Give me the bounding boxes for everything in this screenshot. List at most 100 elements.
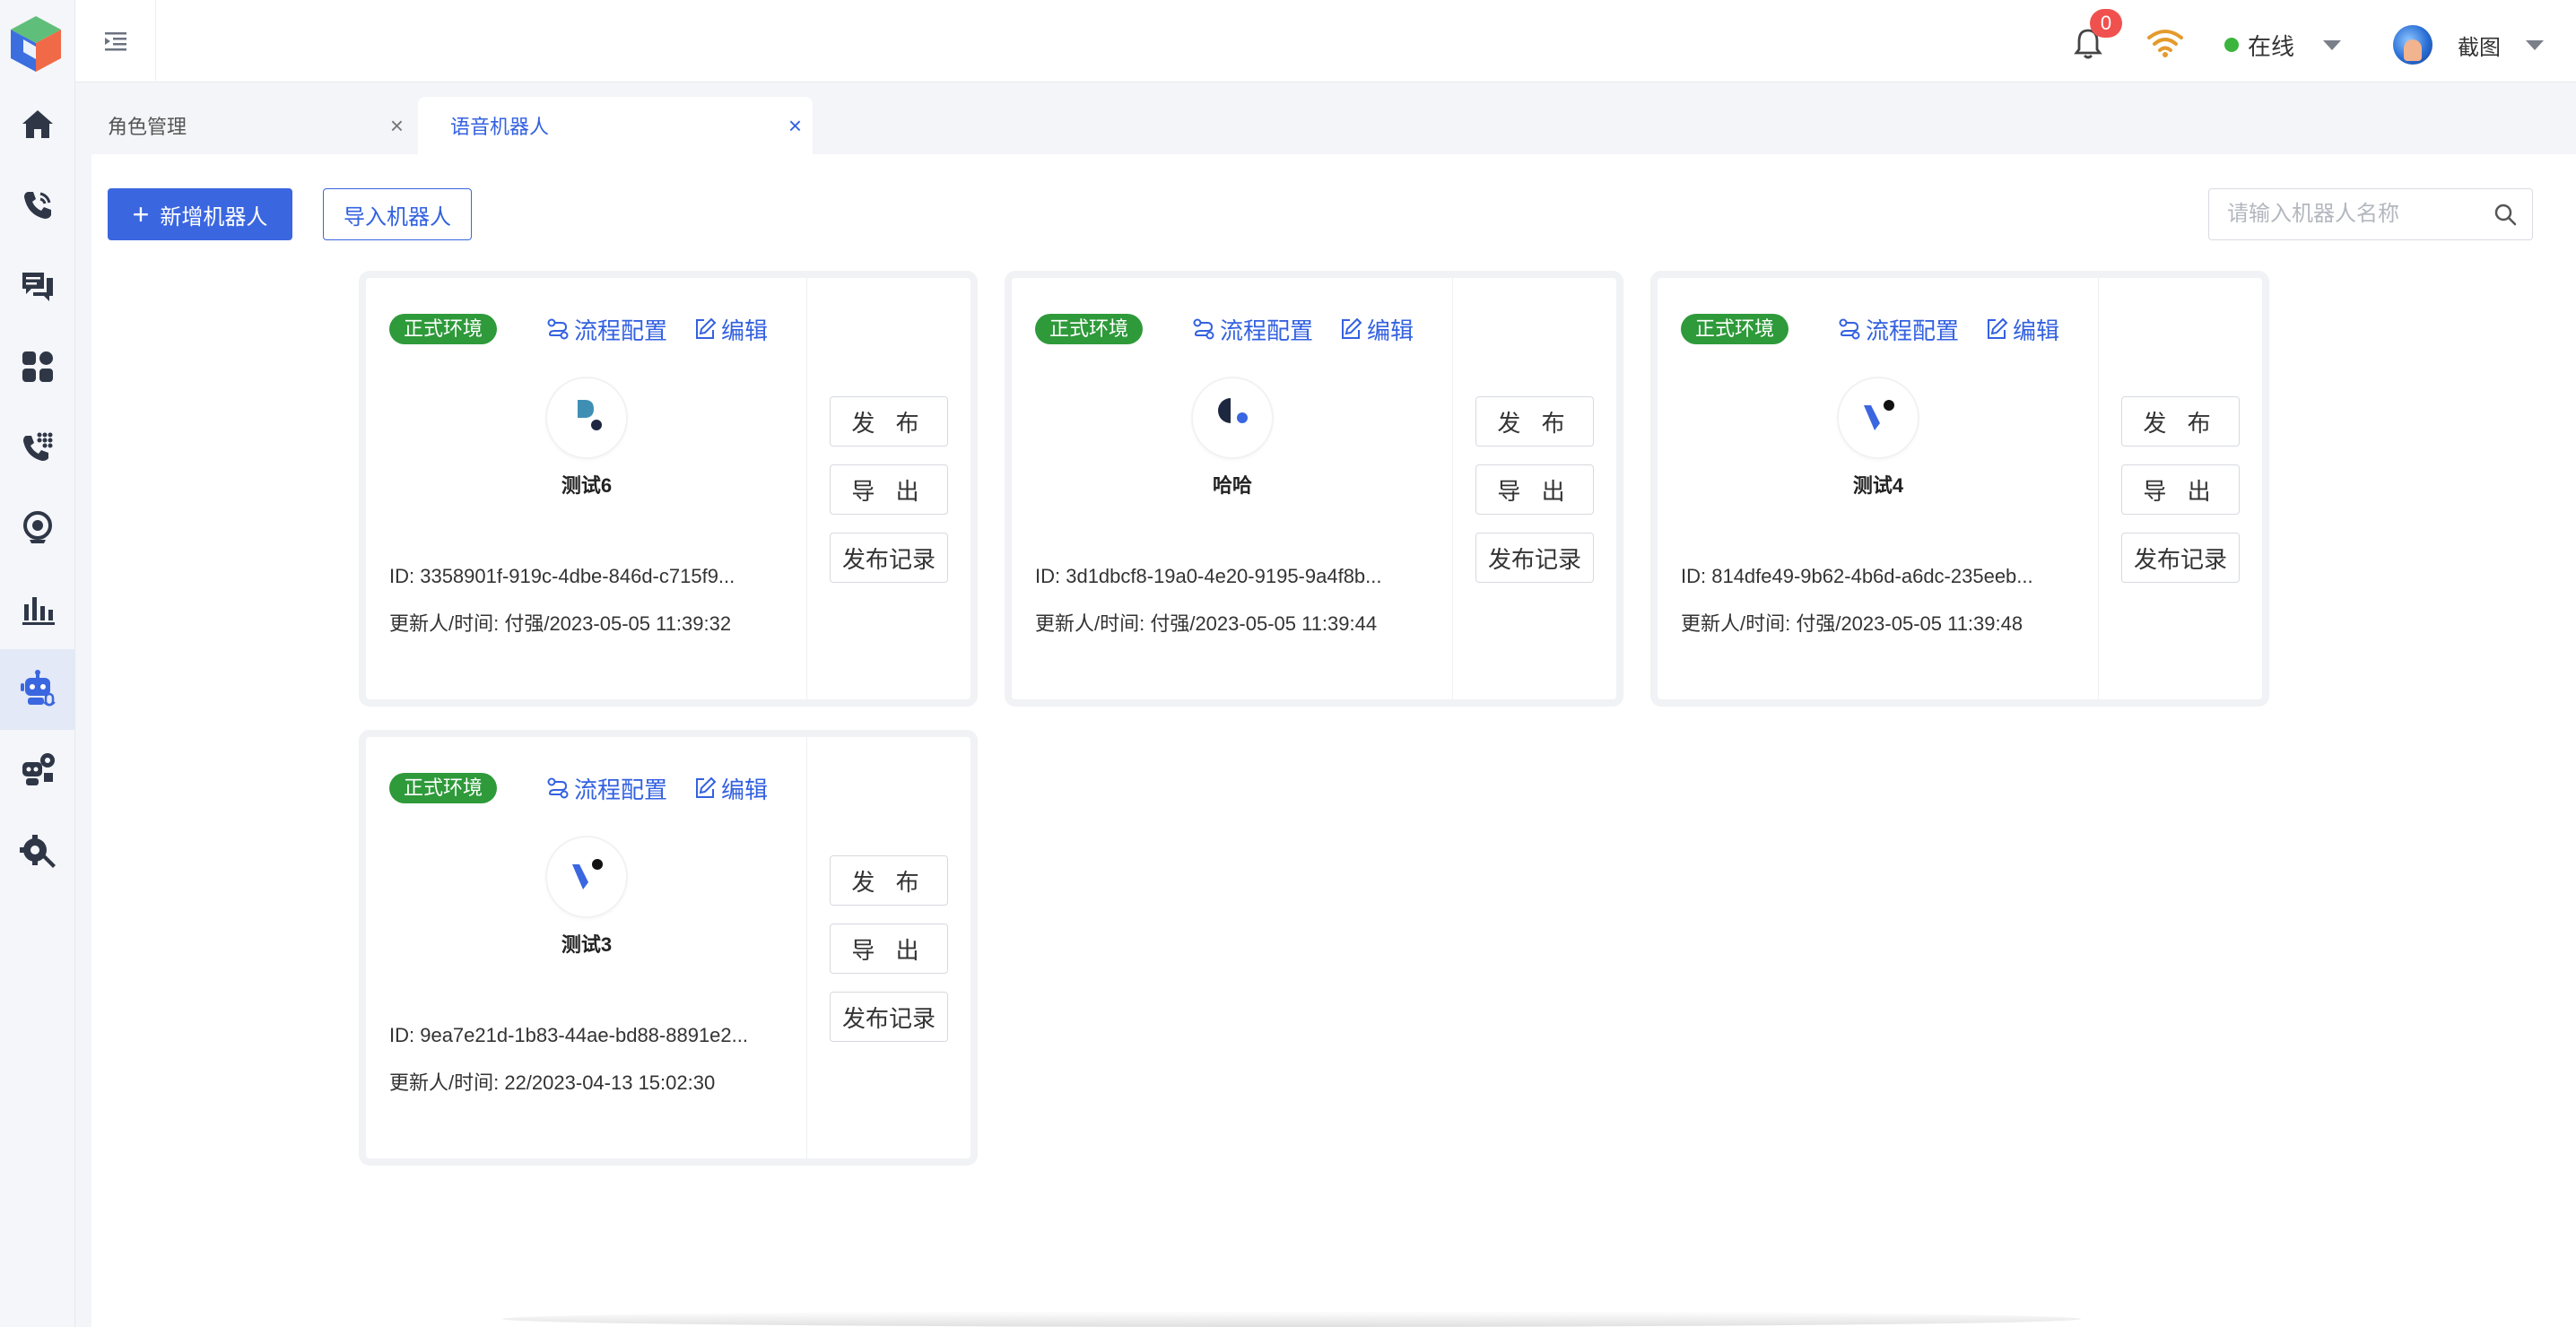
publish-records-button[interactable]: 发布记录 <box>830 533 948 583</box>
sidebar-item-home[interactable] <box>0 84 75 165</box>
robot-settings-icon <box>22 753 55 785</box>
robot-name: 测试3 <box>561 933 613 956</box>
robot-card-info: 正式环境 流程配置 编辑 测试4 ID: 814dfe49-9b62-4b6d-… <box>1658 278 2099 699</box>
tab-voice-robot[interactable]: 语音机器人 × <box>418 97 813 154</box>
add-robot-button[interactable]: + 新增机器人 <box>108 188 292 240</box>
export-button[interactable]: 导 出 <box>1475 464 1594 515</box>
edit-link[interactable]: 编辑 <box>1338 312 1414 346</box>
chevron-down-icon <box>2323 39 2342 50</box>
flow-config-link[interactable]: 流程配置 <box>1837 312 1959 346</box>
robot-card-info: 正式环境 流程配置 编辑 哈哈 ID: 3d1dbcf8-19a0-4e20-9… <box>1012 278 1453 699</box>
flow-config-link[interactable]: 流程配置 <box>545 771 667 805</box>
robot-id: ID: 3358901f-919c-4dbe-846d-c715f9... <box>389 565 735 587</box>
notification-bell[interactable]: 0 <box>2070 9 2122 61</box>
flow-icon <box>547 777 569 799</box>
menu-fold-icon <box>104 32 126 51</box>
close-icon[interactable]: × <box>390 114 404 137</box>
robot-id: ID: 814dfe49-9b62-4b6d-a6dc-235eeb... <box>1681 565 2033 587</box>
publish-records-button[interactable]: 发布记录 <box>1475 533 1594 583</box>
flow-icon <box>547 318 569 340</box>
tools-settings-icon <box>20 835 56 868</box>
publish-button[interactable]: 发 布 <box>1475 396 1594 447</box>
robot-updated: 更新人/时间: 付强/2023-05-05 11:39:32 <box>389 612 732 635</box>
robot-avatar <box>1193 378 1272 457</box>
user-menu[interactable]: 截图 <box>2393 25 2544 65</box>
export-button[interactable]: 导 出 <box>2121 464 2240 515</box>
edit-label: 编辑 <box>2013 317 2060 344</box>
edit-label: 编辑 <box>1367 317 1414 344</box>
main-panel: + 新增机器人 导入机器人 正式环境 流程配置 编辑 测试6 ID: 33589 <box>91 154 2576 1327</box>
robot-updated: 更新人/时间: 22/2023-04-13 15:02:30 <box>389 1071 716 1094</box>
search-input[interactable] <box>2209 189 2478 239</box>
robot-avatar <box>1839 378 1918 457</box>
import-robot-button[interactable]: 导入机器人 <box>323 188 472 240</box>
sidebar-item-dialer[interactable] <box>0 407 75 488</box>
plus-icon: + <box>132 198 150 230</box>
sidebar-item-voice-robot[interactable] <box>0 649 75 730</box>
env-badge: 正式环境 <box>389 314 498 344</box>
robot-updated: 更新人/时间: 付强/2023-05-05 11:39:48 <box>1681 612 2023 635</box>
robot-avatar <box>547 378 626 457</box>
online-status-dropdown[interactable]: 在线 <box>2224 29 2342 61</box>
sidebar-item-calls[interactable] <box>0 165 75 246</box>
sidebar-item-chat[interactable] <box>0 246 75 326</box>
publish-button[interactable]: 发 布 <box>830 396 948 447</box>
flow-config-label: 流程配置 <box>574 317 668 344</box>
robot-card: 正式环境 流程配置 编辑 测试3 ID: 9ea7e21d-1b83-44ae-… <box>359 730 978 1166</box>
robot-id: ID: 9ea7e21d-1b83-44ae-bd88-8891e2... <box>389 1024 748 1046</box>
chevron-down-icon <box>2526 39 2544 50</box>
sidebar-item-reports[interactable] <box>0 568 75 649</box>
tab-label: 语音机器人 <box>450 116 550 138</box>
publish-button[interactable]: 发 布 <box>830 855 948 906</box>
sidebar-item-robot-settings[interactable] <box>0 730 75 811</box>
flow-config-link[interactable]: 流程配置 <box>1191 312 1313 346</box>
export-button[interactable]: 导 出 <box>830 464 948 515</box>
voice-robot-icon <box>21 670 56 707</box>
logo-d-icon <box>578 400 602 430</box>
robot-search <box>2208 188 2533 240</box>
flow-icon <box>1839 318 1860 340</box>
sidebar-item-apps[interactable] <box>0 326 75 407</box>
edit-link[interactable]: 编辑 <box>692 771 768 805</box>
edit-label: 编辑 <box>721 317 769 344</box>
tab-bar: 角色管理 × 语音机器人 × <box>75 82 2576 154</box>
search-icon[interactable] <box>2493 202 2518 227</box>
robot-card-info: 正式环境 流程配置 编辑 测试6 ID: 3358901f-919c-4dbe-… <box>366 278 807 699</box>
robot-card-info: 正式环境 流程配置 编辑 测试3 ID: 9ea7e21d-1b83-44ae-… <box>366 737 807 1158</box>
edit-link[interactable]: 编辑 <box>1984 312 2059 346</box>
publish-records-button[interactable]: 发布记录 <box>2121 533 2240 583</box>
bar-chart-icon <box>22 597 55 625</box>
webcam-icon <box>23 511 52 543</box>
logo-v-icon <box>1864 400 1894 430</box>
publish-records-button[interactable]: 发布记录 <box>830 992 948 1042</box>
online-status-label: 在线 <box>2248 32 2295 60</box>
chat-icon <box>22 273 53 301</box>
sidebar-item-tools[interactable] <box>0 811 75 891</box>
edit-link[interactable]: 编辑 <box>692 312 768 346</box>
publish-button[interactable]: 发 布 <box>2121 396 2240 447</box>
robot-updated: 更新人/时间: 付强/2023-05-05 11:39:44 <box>1035 612 1378 635</box>
app-logo[interactable] <box>5 13 66 75</box>
flow-icon <box>1193 318 1214 340</box>
home-icon <box>22 110 53 138</box>
sidebar-toggle-button[interactable] <box>75 0 156 82</box>
tab-role-management[interactable]: 角色管理 × <box>75 97 414 154</box>
robot-name: 测试4 <box>1852 474 1904 497</box>
export-button[interactable]: 导 出 <box>830 924 948 974</box>
logo-half-circle-icon <box>1218 398 1248 423</box>
flow-config-label: 流程配置 <box>1220 317 1314 344</box>
wifi-icon <box>2147 30 2183 57</box>
apps-icon <box>22 351 53 382</box>
flow-config-link[interactable]: 流程配置 <box>545 312 667 346</box>
edit-icon <box>696 776 717 798</box>
robot-name: 哈哈 <box>1212 474 1252 497</box>
logo-v-icon <box>572 859 603 889</box>
flow-config-label: 流程配置 <box>574 776 668 803</box>
top-header <box>75 0 2576 82</box>
add-robot-label: 新增机器人 <box>160 204 268 230</box>
robot-avatar <box>547 837 626 916</box>
sidebar <box>0 0 75 1327</box>
sidebar-item-camera[interactable] <box>0 488 75 568</box>
close-icon[interactable]: × <box>788 114 802 137</box>
env-badge: 正式环境 <box>389 773 498 803</box>
